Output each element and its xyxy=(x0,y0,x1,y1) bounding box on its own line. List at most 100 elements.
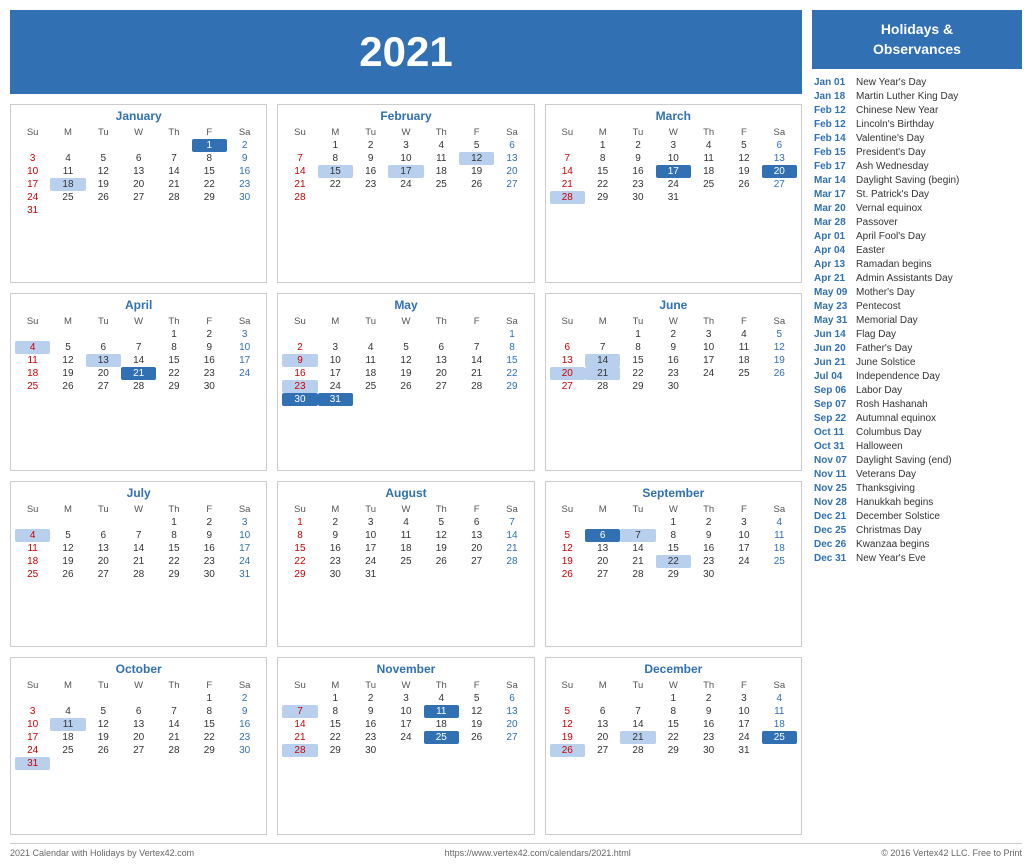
month-november: November SuMTuWThFSa 123456 78910111213 … xyxy=(277,657,534,836)
month-june: June SuMTuWThFSa 12345 6789101112 131415… xyxy=(545,293,802,472)
holiday-name: Memorial Day xyxy=(856,315,918,326)
holiday-date: Nov 07 xyxy=(814,455,852,466)
holiday-list-item: Nov 28 Hanukkah begins xyxy=(812,495,1022,509)
holiday-date: Mar 17 xyxy=(814,189,852,200)
holiday-list-item: Jun 20 Father's Day xyxy=(812,341,1022,355)
month-title-august: August xyxy=(282,486,529,500)
holiday-date: Jan 18 xyxy=(814,91,852,102)
holiday-date: Apr 04 xyxy=(814,245,852,256)
holiday-date: Apr 01 xyxy=(814,231,852,242)
holiday-list-item: Jun 21 June Solstice xyxy=(812,355,1022,369)
month-january: January SuMTuWThFSa 12 3456789 101112131… xyxy=(10,104,267,283)
holiday-date: Jun 20 xyxy=(814,343,852,354)
holiday-list-item: Oct 31 Halloween xyxy=(812,439,1022,453)
months-grid: January SuMTuWThFSa 12 3456789 101112131… xyxy=(10,104,802,835)
holiday-list-item: Jun 14 Flag Day xyxy=(812,327,1022,341)
holiday-list-item: Mar 28Passover xyxy=(812,215,1022,229)
holiday-list-item: Dec 21 December Solstice xyxy=(812,509,1022,523)
holiday-list-item: Dec 26 Kwanzaa begins xyxy=(812,537,1022,551)
holiday-date: Sep 06 xyxy=(814,385,852,396)
holiday-name: June Solstice xyxy=(856,357,915,368)
holiday-name: Pentecost xyxy=(856,301,900,312)
holiday-name: Martin Luther King Day xyxy=(856,91,958,102)
main-content: 2021 January SuMTuWThFSa 12 3456789 xyxy=(10,10,1022,835)
holiday-date: Dec 31 xyxy=(814,553,852,564)
month-title-may: May xyxy=(282,298,529,312)
month-july: July SuMTuWThFSa 123 45678910 1112131415… xyxy=(10,481,267,647)
month-title-february: February xyxy=(282,109,529,123)
holiday-date: Sep 22 xyxy=(814,413,852,424)
holiday-list: Jan 01 New Year's Day Jan 18 Martin Luther … xyxy=(812,75,1022,565)
holiday-date: Mar 20 xyxy=(814,203,852,214)
month-title-january: January xyxy=(15,109,262,123)
holiday-date: Oct 31 xyxy=(814,441,852,452)
holiday-name: December Solstice xyxy=(856,511,940,522)
holiday-list-item: Apr 21Admin Assistants Day xyxy=(812,271,1022,285)
holiday-name: Veterans Day xyxy=(856,469,916,480)
month-may: May SuMTuWThFSa 1 2345678 9101112131415 xyxy=(277,293,534,472)
holiday-name: Thanksgiving xyxy=(856,483,915,494)
holiday-list-item: Jan 18 Martin Luther King Day xyxy=(812,89,1022,103)
holiday-date: May 31 xyxy=(814,315,852,326)
holiday-date: Jun 21 xyxy=(814,357,852,368)
footer-center: https://www.vertex42.com/calendars/2021.… xyxy=(445,848,631,858)
holiday-list-item: Feb 17Ash Wednesday xyxy=(812,159,1022,173)
holiday-date: Dec 26 xyxy=(814,539,852,550)
holiday-name: Vernal equinox xyxy=(856,203,922,214)
holiday-list-item: Nov 25 Thanksgiving xyxy=(812,481,1022,495)
holiday-name: Autumnal equinox xyxy=(856,413,936,424)
month-title-march: March xyxy=(550,109,797,123)
holiday-name: Halloween xyxy=(856,441,903,452)
holiday-list-item: Sep 07Rosh Hashanah xyxy=(812,397,1022,411)
holiday-date: Feb 12 xyxy=(814,105,852,116)
holiday-name: St. Patrick's Day xyxy=(856,189,929,200)
holiday-list-item: Oct 11 Columbus Day xyxy=(812,425,1022,439)
holiday-list-item: Nov 11Veterans Day xyxy=(812,467,1022,481)
month-title-september: September xyxy=(550,486,797,500)
holiday-date: Nov 28 xyxy=(814,497,852,508)
holiday-name: New Year's Day xyxy=(856,77,926,88)
holiday-date: Dec 21 xyxy=(814,511,852,522)
month-february: February SuMTuWThFSa 123456 78910111213 … xyxy=(277,104,534,283)
holiday-name: Hanukkah begins xyxy=(856,497,933,508)
holiday-name: Kwanzaa begins xyxy=(856,539,929,550)
month-title-june: June xyxy=(550,298,797,312)
holiday-name: Passover xyxy=(856,217,898,228)
footer: 2021 Calendar with Holidays by Vertex42.… xyxy=(10,843,1022,858)
holiday-name: Columbus Day xyxy=(856,427,922,438)
month-september: September SuMTuWThFSa 1234 567891011 121… xyxy=(545,481,802,647)
holiday-date: Feb 12 xyxy=(814,119,852,130)
holiday-list-item: Mar 20 Vernal equinox xyxy=(812,201,1022,215)
holiday-list-item: Apr 04 Easter xyxy=(812,243,1022,257)
holiday-name: New Year's Eve xyxy=(856,553,926,564)
holiday-list-item: Mar 17 St. Patrick's Day xyxy=(812,187,1022,201)
holiday-date: May 23 xyxy=(814,301,852,312)
holiday-date: Sep 07 xyxy=(814,399,852,410)
holiday-name: President's Day xyxy=(856,147,926,158)
footer-left: 2021 Calendar with Holidays by Vertex42.… xyxy=(10,848,194,858)
holiday-name: Daylight Saving (begin) xyxy=(856,175,959,186)
holiday-date: Jul 04 xyxy=(814,371,852,382)
holiday-name: Father's Day xyxy=(856,343,912,354)
holiday-list-item: May 31 Memorial Day xyxy=(812,313,1022,327)
holiday-date: Oct 11 xyxy=(814,427,852,438)
holiday-list-item: May 23 Pentecost xyxy=(812,299,1022,313)
holiday-name: Valentine's Day xyxy=(856,133,924,144)
holiday-date: Jun 14 xyxy=(814,329,852,340)
holiday-name: Easter xyxy=(856,245,885,256)
holiday-list-item: May 09Mother's Day xyxy=(812,285,1022,299)
holiday-name: Chinese New Year xyxy=(856,105,938,116)
holiday-date: Jan 01 xyxy=(814,77,852,88)
holiday-date: Apr 13 xyxy=(814,259,852,270)
month-title-december: December xyxy=(550,662,797,676)
holiday-date: Nov 25 xyxy=(814,483,852,494)
month-august: August SuMTuWThFSa 1234567 891011121314 … xyxy=(277,481,534,647)
holiday-list-item: Dec 31 New Year's Eve xyxy=(812,551,1022,565)
holiday-list-item: Feb 12 Chinese New Year xyxy=(812,103,1022,117)
holiday-name: Flag Day xyxy=(856,329,896,340)
holiday-list-item: Feb 14Valentine's Day xyxy=(812,131,1022,145)
holiday-date: Dec 25 xyxy=(814,525,852,536)
holiday-name: Ash Wednesday xyxy=(856,161,929,172)
month-title-april: April xyxy=(15,298,262,312)
sidebar-header: Holidays &Observances xyxy=(812,10,1022,69)
